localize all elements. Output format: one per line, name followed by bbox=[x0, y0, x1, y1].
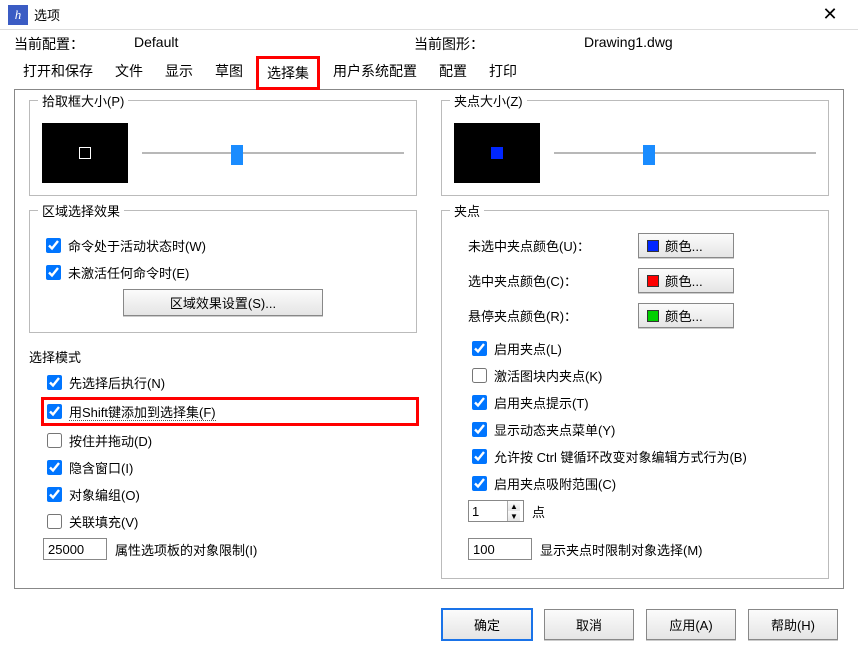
checkbox-dyn-menu[interactable] bbox=[472, 422, 487, 437]
checkbox-object-group[interactable] bbox=[47, 487, 62, 502]
tab-config[interactable]: 配置 bbox=[430, 56, 476, 90]
spin-down-icon[interactable]: ▼ bbox=[508, 511, 520, 521]
button-hover-color[interactable]: 颜色... bbox=[638, 303, 734, 328]
group-gripsize: 夹点大小(Z) bbox=[441, 100, 829, 196]
label-hover-color: 悬停夹点颜色(R)： bbox=[468, 306, 628, 325]
label-inactive-cmd[interactable]: 未激活任何命令时(E) bbox=[68, 263, 189, 282]
config-info-row: 当前配置： Default 当前图形： Drawing1.dwg bbox=[0, 30, 858, 56]
window-title: 选项 bbox=[34, 5, 60, 24]
current-config-value: Default bbox=[134, 34, 414, 54]
checkbox-ctrl-cycle[interactable] bbox=[472, 449, 487, 464]
cancel-button[interactable]: 取消 bbox=[544, 609, 634, 640]
input-grip-point[interactable] bbox=[469, 501, 507, 521]
ok-button[interactable]: 确定 bbox=[442, 609, 532, 640]
tab-files[interactable]: 文件 bbox=[106, 56, 152, 90]
checkbox-grip-snap[interactable] bbox=[472, 476, 487, 491]
apply-button[interactable]: 应用(A) bbox=[646, 609, 736, 640]
gripsize-preview bbox=[454, 123, 540, 183]
label-grip-point: 点 bbox=[532, 502, 545, 521]
label-grip-tip[interactable]: 启用夹点提示(T) bbox=[494, 393, 589, 412]
label-unselected-color: 未选中夹点颜色(U)： bbox=[468, 236, 628, 255]
tab-print[interactable]: 打印 bbox=[480, 56, 526, 90]
label-selected-color: 选中夹点颜色(C)： bbox=[468, 271, 628, 290]
label-block-grip[interactable]: 激活图块内夹点(K) bbox=[494, 366, 602, 385]
checkbox-assoc-hatch[interactable] bbox=[47, 514, 62, 529]
swatch-hover bbox=[647, 310, 659, 322]
current-drawing-value: Drawing1.dwg bbox=[584, 34, 673, 54]
pickbox-preview bbox=[42, 123, 128, 183]
checkbox-inactive-cmd[interactable] bbox=[46, 265, 61, 280]
group-grip-title: 夹点 bbox=[450, 201, 484, 220]
group-pickbox: 拾取框大小(P) bbox=[29, 100, 417, 196]
checkbox-active-cmd[interactable] bbox=[46, 238, 61, 253]
dialog-buttons: 确定 取消 应用(A) 帮助(H) bbox=[442, 609, 838, 640]
checkbox-block-grip[interactable] bbox=[472, 368, 487, 383]
label-ctrl-cycle[interactable]: 允许按 Ctrl 键循环改变对象编辑方式行为(B) bbox=[494, 447, 747, 466]
spinner-grip-point[interactable]: ▲ ▼ bbox=[468, 500, 524, 522]
group-gripsize-title: 夹点大小(Z) bbox=[450, 91, 527, 110]
label-object-group[interactable]: 对象编组(O) bbox=[69, 485, 140, 504]
label-press-drag[interactable]: 按住并拖动(D) bbox=[69, 431, 152, 450]
app-icon: h bbox=[8, 5, 28, 25]
tab-open-save[interactable]: 打开和保存 bbox=[14, 56, 102, 90]
label-active-cmd[interactable]: 命令处于活动状态时(W) bbox=[68, 236, 206, 255]
checkbox-shift-add[interactable] bbox=[47, 404, 62, 419]
checkbox-enable-grip[interactable] bbox=[472, 341, 487, 356]
spin-up-icon[interactable]: ▲ bbox=[508, 501, 520, 511]
group-pickbox-title: 拾取框大小(P) bbox=[38, 91, 128, 110]
select-mode-title: 选择模式 bbox=[29, 347, 417, 366]
label-grip-limit: 显示夹点时限制对象选择(M) bbox=[540, 540, 703, 559]
label-noun-verb[interactable]: 先选择后执行(N) bbox=[69, 373, 165, 392]
checkbox-grip-tip[interactable] bbox=[472, 395, 487, 410]
group-region-effect-title: 区域选择效果 bbox=[38, 201, 124, 220]
close-icon[interactable]: ✕ bbox=[810, 4, 850, 25]
help-button[interactable]: 帮助(H) bbox=[748, 609, 838, 640]
group-grip: 夹点 未选中夹点颜色(U)： 颜色... 选中夹点颜色(C)： 颜色... bbox=[441, 210, 829, 579]
label-palette-limit: 属性选项板的对象限制(I) bbox=[115, 540, 257, 559]
pickbox-square-icon bbox=[79, 147, 91, 159]
gripsize-slider[interactable] bbox=[554, 143, 816, 163]
button-selected-color[interactable]: 颜色... bbox=[638, 268, 734, 293]
label-dyn-menu[interactable]: 显示动态夹点菜单(Y) bbox=[494, 420, 615, 439]
swatch-selected bbox=[647, 275, 659, 287]
current-config-label: 当前配置： bbox=[14, 34, 134, 54]
tab-draft[interactable]: 草图 bbox=[206, 56, 252, 90]
input-grip-limit[interactable] bbox=[468, 538, 532, 560]
tab-panel-selection: 拾取框大小(P) 区域选择效果 命令处于活动状态时(W) bbox=[14, 89, 844, 589]
input-palette-limit[interactable] bbox=[43, 538, 107, 560]
group-region-effect: 区域选择效果 命令处于活动状态时(W) 未激活任何命令时(E) 区域效果设置(S… bbox=[29, 210, 417, 333]
tab-user-config[interactable]: 用户系统配置 bbox=[324, 56, 426, 90]
swatch-unselected bbox=[647, 240, 659, 252]
current-drawing-label: 当前图形： bbox=[414, 34, 584, 54]
checkbox-noun-verb[interactable] bbox=[47, 375, 62, 390]
checkbox-implied-window[interactable] bbox=[47, 460, 62, 475]
pickbox-slider[interactable] bbox=[142, 143, 404, 163]
label-grip-snap[interactable]: 启用夹点吸附范围(C) bbox=[494, 474, 616, 493]
grip-square-icon bbox=[491, 147, 503, 159]
label-implied-window[interactable]: 隐含窗口(I) bbox=[69, 458, 133, 477]
tab-bar: 打开和保存 文件 显示 草图 选择集 用户系统配置 配置 打印 bbox=[14, 56, 844, 90]
titlebar: h 选项 ✕ bbox=[0, 0, 858, 30]
tab-selection[interactable]: 选择集 bbox=[256, 56, 320, 90]
region-effect-settings-button[interactable]: 区域效果设置(S)... bbox=[123, 289, 323, 316]
tab-display[interactable]: 显示 bbox=[156, 56, 202, 90]
label-assoc-hatch[interactable]: 关联填充(V) bbox=[69, 512, 138, 531]
checkbox-press-drag[interactable] bbox=[47, 433, 62, 448]
label-enable-grip[interactable]: 启用夹点(L) bbox=[494, 339, 562, 358]
label-shift-add[interactable]: 用Shift键添加到选择集(F) bbox=[69, 402, 216, 421]
button-unselected-color[interactable]: 颜色... bbox=[638, 233, 734, 258]
